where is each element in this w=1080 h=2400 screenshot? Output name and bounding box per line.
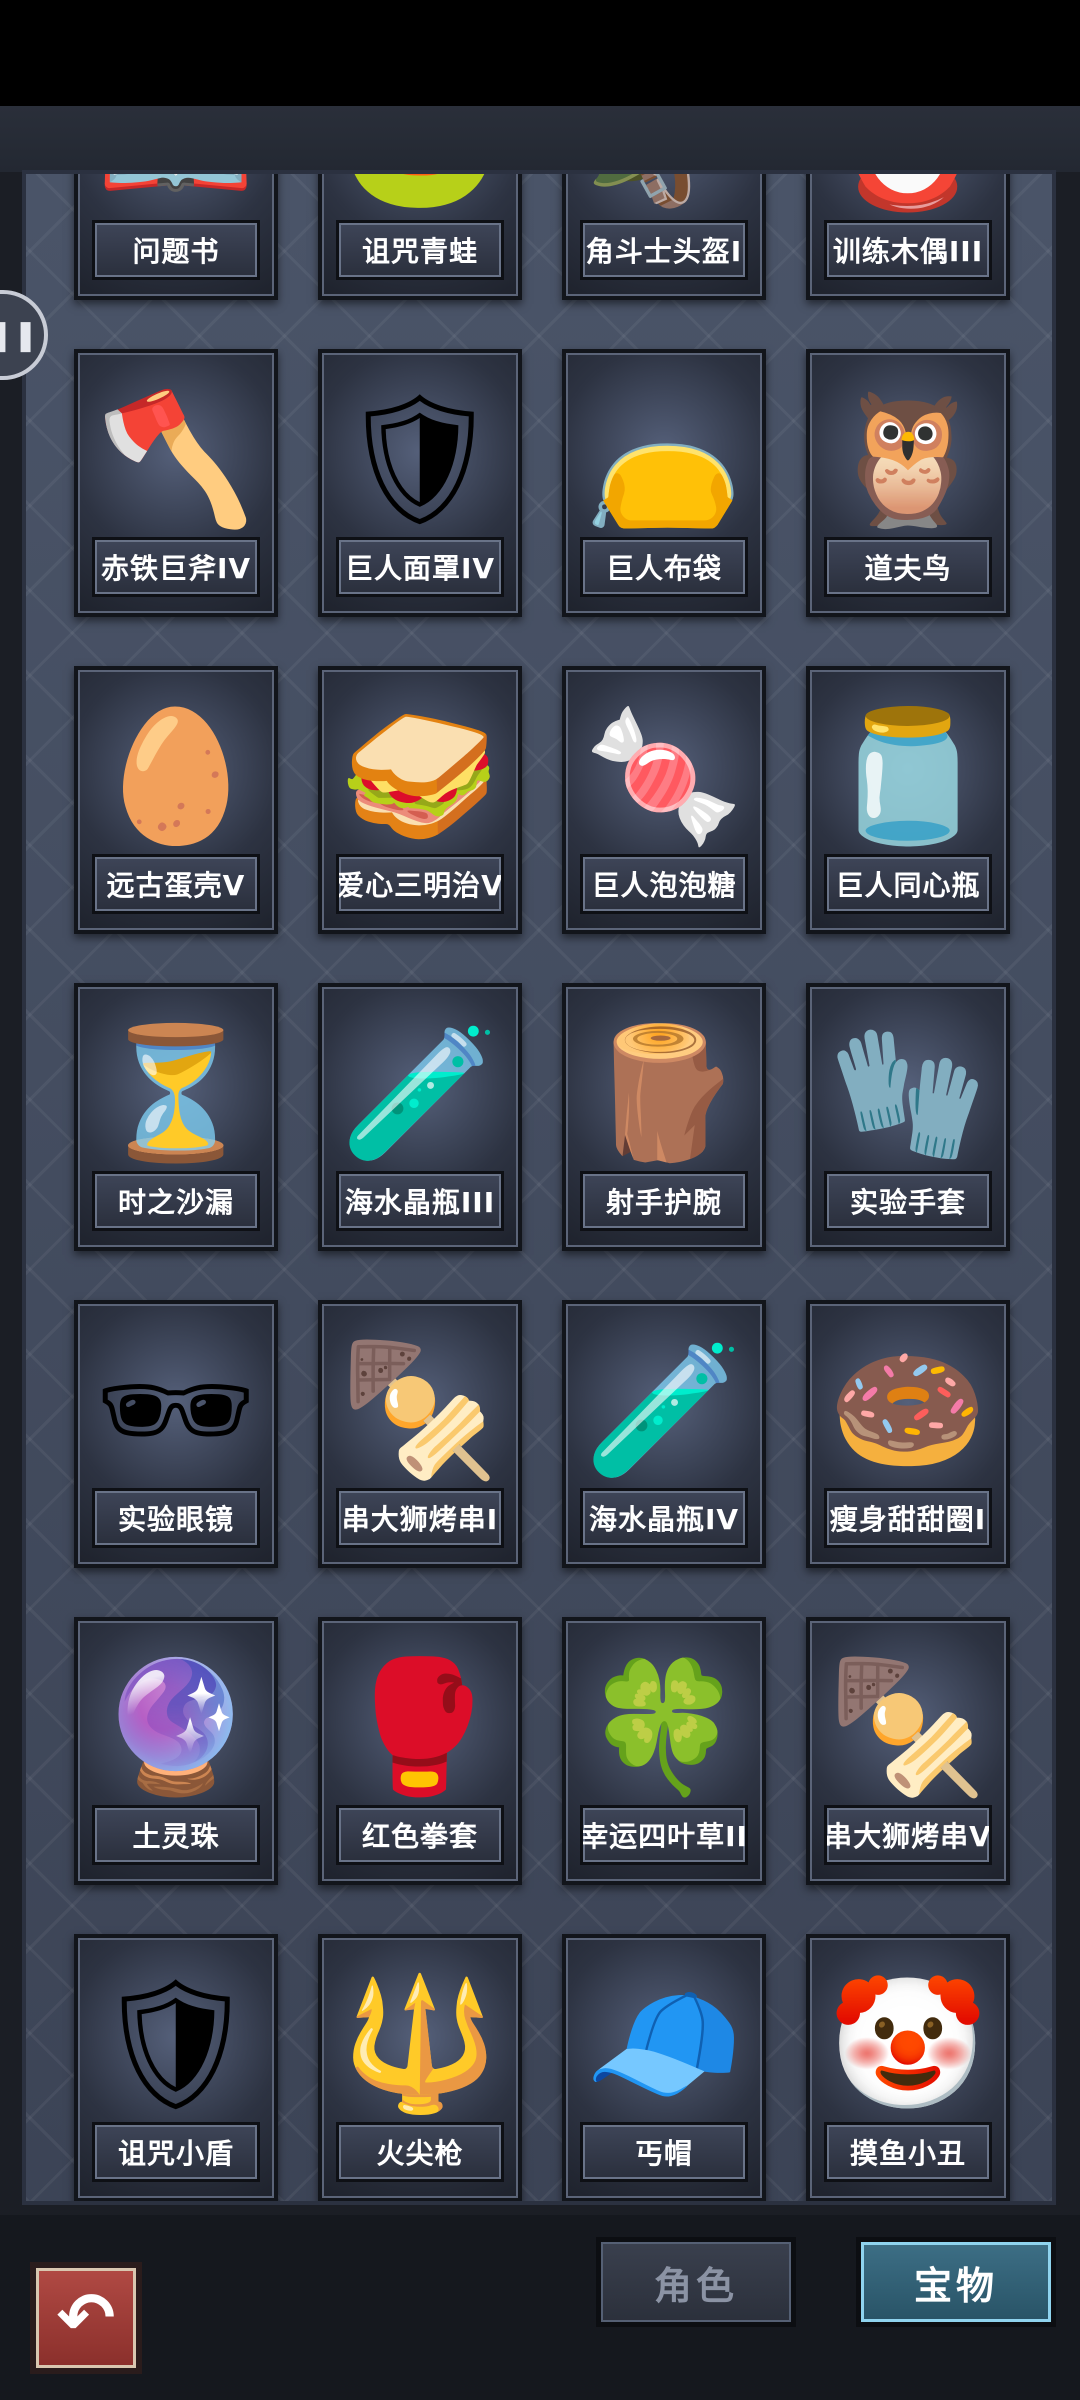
item-label: 巨人面罩IV — [336, 537, 504, 597]
item-card[interactable]: 🐸诅咒青蛙 — [318, 174, 522, 300]
back-arrow-icon: ↶ — [56, 2277, 116, 2359]
item-icon: 🍢 — [828, 1653, 988, 1802]
item-label: 巨人同心瓶 — [824, 854, 992, 914]
item-card[interactable]: 🧤 实验手套 — [806, 983, 1010, 1251]
item-label: 训练木偶III — [824, 220, 992, 280]
item-label: 丐帽 — [580, 2122, 748, 2182]
header-band — [0, 106, 1080, 172]
item-card[interactable]: 🔮 土灵珠 — [74, 1617, 278, 1885]
item-card[interactable]: 🦉 道夫鸟 — [806, 349, 1010, 617]
item-label: 串大狮烤串I — [336, 1488, 504, 1548]
status-bar — [0, 0, 1080, 106]
item-label: 海水晶瓶IV — [580, 1488, 748, 1548]
tab-role[interactable]: 角色 — [596, 2237, 796, 2327]
item-card[interactable]: 🛡 诅咒小盾 — [74, 1934, 278, 2201]
item-label: 土灵珠 — [92, 1805, 260, 1865]
item-card[interactable]: 🪵 射手护腕 — [562, 983, 766, 1251]
item-card[interactable]: 🍢 串大狮烤串I — [318, 1300, 522, 1568]
item-label: 实验手套 — [824, 1171, 992, 1231]
item-icon: 🤡 — [828, 1970, 988, 2119]
item-label: 诅咒青蛙 — [336, 220, 504, 280]
item-label: 巨人泡泡糖 — [580, 854, 748, 914]
item-icon: 🕶 — [94, 1336, 258, 1485]
item-icon: 🧪 — [584, 1336, 744, 1485]
item-icon: 🛡 — [94, 1970, 258, 2119]
pause-icon: ❚❚ — [0, 317, 39, 353]
item-card[interactable]: 🧪 海水晶瓶IV — [562, 1300, 766, 1568]
item-card[interactable]: 🪓 赤铁巨斧IV — [74, 349, 278, 617]
item-card[interactable]: 🔱 火尖枪 — [318, 1934, 522, 2201]
item-icon: 🧢 — [584, 1970, 744, 2119]
item-icon: 🥊 — [340, 1653, 500, 1802]
item-card[interactable]: ⏳ 时之沙漏 — [74, 983, 278, 1251]
item-card[interactable]: 🪖角斗士头盔I — [562, 174, 766, 300]
item-label: 红色拳套 — [336, 1805, 504, 1865]
item-icon: 🧪 — [340, 1019, 500, 1168]
item-icon: 🍢 — [340, 1336, 500, 1485]
item-card[interactable]: 🥪 爱心三明治V — [318, 666, 522, 934]
item-card[interactable]: 🍀 幸运四叶草II — [562, 1617, 766, 1885]
item-card[interactable]: 🧪 海水晶瓶III — [318, 983, 522, 1251]
item-label: 实验眼镜 — [92, 1488, 260, 1548]
tab-treasure[interactable]: 宝物 — [856, 2237, 1056, 2327]
item-card[interactable]: 🧢 丐帽 — [562, 1934, 766, 2201]
item-card[interactable]: 🤡 摸鱼小丑 — [806, 1934, 1010, 2201]
item-icon: 🦉 — [828, 385, 988, 534]
item-label: 串大狮烤串V — [824, 1805, 992, 1865]
item-card[interactable]: 🪆训练木偶III — [806, 174, 1010, 300]
item-icon: 🛡 — [338, 385, 502, 534]
back-button[interactable]: ↶ — [30, 2262, 142, 2374]
item-card[interactable]: 👝 巨人布袋 — [562, 349, 766, 617]
item-label: 巨人布袋 — [580, 537, 748, 597]
item-label: 射手护腕 — [580, 1171, 748, 1231]
item-label: 爱心三明治V — [336, 854, 504, 914]
item-icon: 🧤 — [828, 1019, 988, 1168]
item-card[interactable]: 🛡 巨人面罩IV — [318, 349, 522, 617]
item-card[interactable]: 🍢 串大狮烤串V — [806, 1617, 1010, 1885]
item-label: 时之沙漏 — [92, 1171, 260, 1231]
item-card[interactable]: 🫙 巨人同心瓶 — [806, 666, 1010, 934]
item-icon: 🥪 — [340, 702, 500, 851]
item-icon: 🪓 — [96, 385, 256, 534]
item-label: 远古蛋壳V — [92, 854, 260, 914]
item-icon: 👝 — [584, 385, 744, 534]
item-icon: ⏳ — [96, 1019, 256, 1168]
item-label: 道夫鸟 — [824, 537, 992, 597]
item-label: 角斗士头盔I — [580, 220, 748, 280]
item-label: 赤铁巨斧IV — [92, 537, 260, 597]
item-card[interactable]: 🥊 红色拳套 — [318, 1617, 522, 1885]
item-card[interactable]: 🥚 远古蛋壳V — [74, 666, 278, 934]
item-label: 海水晶瓶III — [336, 1171, 504, 1231]
item-label: 幸运四叶草II — [580, 1805, 748, 1865]
item-icon: 🪵 — [584, 1019, 744, 1168]
item-icon: 🔮 — [96, 1653, 256, 1802]
item-icon: 🫙 — [828, 702, 988, 851]
item-card[interactable]: 🍬 巨人泡泡糖 — [562, 666, 766, 934]
item-label: 诅咒小盾 — [92, 2122, 260, 2182]
item-card[interactable]: 📖问题书 — [74, 174, 278, 300]
item-label: 火尖枪 — [336, 2122, 504, 2182]
item-icon: 🔱 — [340, 1970, 500, 2119]
item-card[interactable]: 🍩 瘦身甜甜圈I — [806, 1300, 1010, 1568]
item-label: 瘦身甜甜圈I — [824, 1488, 992, 1548]
item-icon: 🍩 — [828, 1336, 988, 1485]
inventory-panel[interactable]: 📖问题书🐸诅咒青蛙🪖角斗士头盔I🪆训练木偶III🪓赤铁巨斧IV🛡巨人面罩IV👝巨… — [22, 170, 1056, 2205]
item-grid: 📖问题书🐸诅咒青蛙🪖角斗士头盔I🪆训练木偶III🪓赤铁巨斧IV🛡巨人面罩IV👝巨… — [74, 174, 1010, 2201]
item-label: 问题书 — [92, 220, 260, 280]
item-label: 摸鱼小丑 — [824, 2122, 992, 2182]
item-icon: 🥚 — [96, 702, 256, 851]
item-card[interactable]: 🕶 实验眼镜 — [74, 1300, 278, 1568]
item-icon: 🍀 — [584, 1653, 744, 1802]
item-icon: 🍬 — [584, 702, 744, 851]
